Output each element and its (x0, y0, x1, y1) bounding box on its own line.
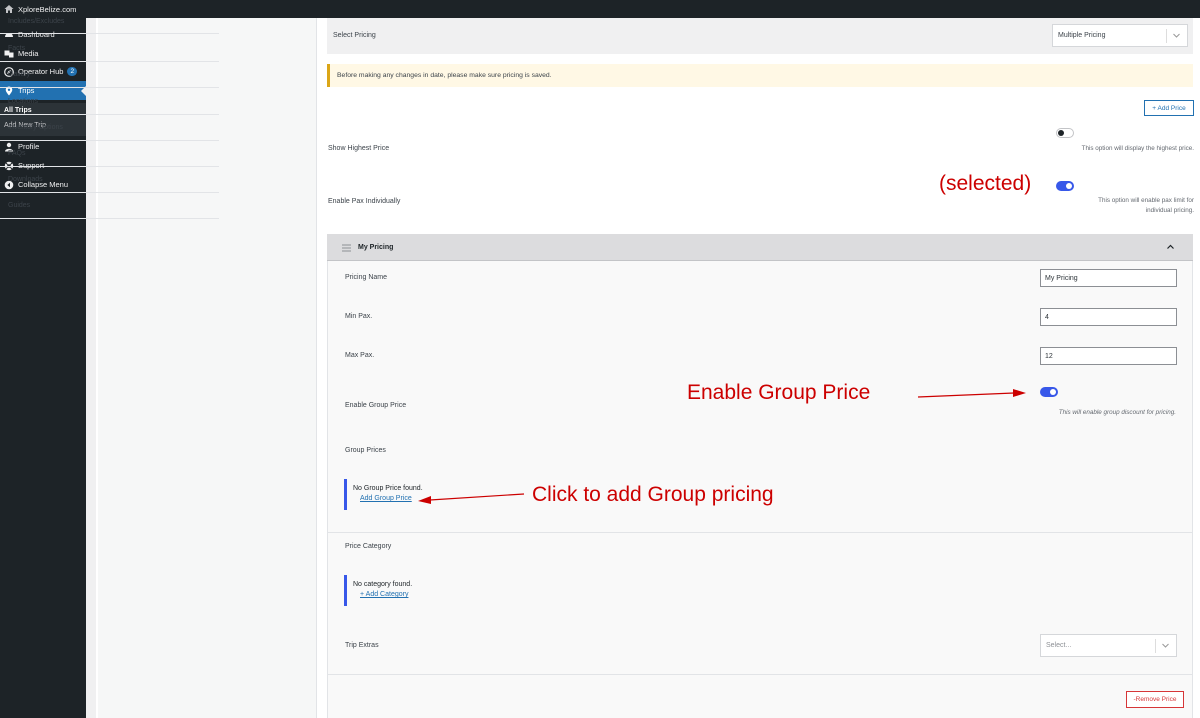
add-price-button[interactable]: + Add Price (1144, 100, 1194, 116)
show-highest-price-help: This option will display the highest pri… (1081, 145, 1194, 152)
price-category-label: Price Category (345, 543, 392, 550)
chevron-down-icon (1161, 641, 1170, 650)
click-add-annotation: Click to add Group pricing (532, 483, 774, 506)
min-pax-label: Min Pax. (345, 313, 373, 320)
enable-pax-toggle[interactable] (1056, 181, 1074, 191)
select-separator (1155, 639, 1156, 653)
enable-group-price-toggle[interactable] (1040, 387, 1058, 397)
add-category-link[interactable]: + Add Category (353, 590, 1174, 600)
pricing-name-field[interactable]: My Pricing (1040, 269, 1177, 287)
select-pricing-label: Select Pricing (333, 32, 376, 39)
tab-includes-excludes[interactable]: Includes/Excludes (0, 10, 219, 34)
select-separator (1166, 29, 1167, 43)
pricing-notice: Before making any changes in date, pleas… (327, 64, 1193, 87)
trip-extras-label: Trip Extras (345, 642, 379, 649)
chevron-down-icon (1172, 31, 1181, 40)
pricing-type-value: Multiple Pricing (1058, 32, 1106, 39)
group-price-empty-text: No Group Price found. (353, 485, 423, 492)
max-pax-field[interactable]: 12 (1040, 347, 1177, 365)
enable-group-price-help: This will enable group discount for pric… (1058, 409, 1176, 416)
trip-extras-placeholder: Select... (1046, 642, 1072, 649)
tab-gallery[interactable]: Gallery (0, 62, 219, 88)
tab-downloads[interactable]: Downloads (0, 167, 219, 193)
category-empty-text: No category found. (353, 581, 413, 588)
section-divider (328, 532, 1192, 533)
max-pax-label: Max Pax. (345, 352, 375, 359)
remove-price-button[interactable]: -Remove Price (1126, 691, 1184, 708)
selected-annotation: (selected) (939, 172, 1032, 195)
tab-guides[interactable]: Guides (0, 193, 219, 219)
pricing-name-label: Pricing Name (345, 274, 388, 281)
pricing-title: My Pricing (358, 244, 394, 251)
chevron-up-icon[interactable] (1166, 243, 1175, 251)
drag-handle-icon[interactable] (342, 244, 351, 252)
show-highest-price-label: Show Highest Price (328, 145, 390, 152)
tab-inventory-options[interactable]: Inventory Options (0, 115, 219, 141)
group-prices-label: Group Prices (345, 447, 386, 454)
min-pax-field[interactable]: 4 (1040, 308, 1177, 326)
section-divider (328, 674, 1192, 675)
tab-facts[interactable]: Facts (0, 36, 219, 62)
trip-extras-select[interactable]: Select... (1040, 634, 1177, 657)
tab-faqs[interactable]: FAQs (0, 141, 219, 167)
enable-pax-help: This option will enable pax limit for in… (1098, 197, 1194, 214)
enable-group-annotation: Enable Group Price (687, 381, 871, 404)
pricing-accordion-header[interactable] (327, 234, 1193, 261)
pricing-type-select[interactable]: Multiple Pricing (1052, 24, 1188, 47)
enable-pax-label: Enable Pax Individually (328, 198, 401, 205)
category-empty: No category found. + Add Category (344, 575, 1174, 606)
show-highest-price-toggle[interactable] (1056, 128, 1074, 138)
enable-group-price-label: Enable Group Price (345, 402, 407, 409)
tab-locations[interactable]: Locations (0, 89, 219, 115)
